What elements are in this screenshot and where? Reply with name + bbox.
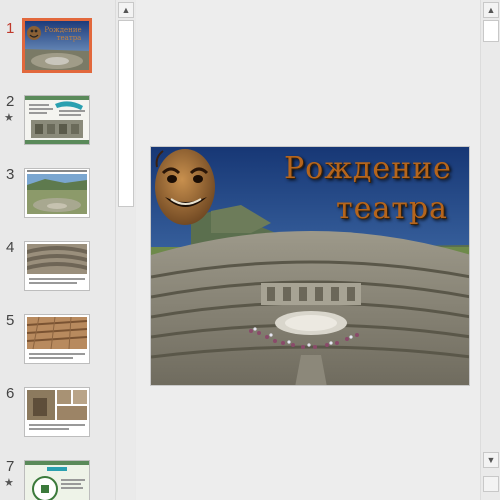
scroll-thumb[interactable] [118,20,134,207]
slide-title-line-2[interactable]: театра [336,191,448,226]
thumbnail-image[interactable] [24,95,90,145]
slide-number: 3 [6,166,15,183]
slide-title-line-1[interactable]: Рождение [284,151,452,186]
slide-canvas-scrollbar[interactable]: ▲ ▼ [480,0,500,500]
thumbnail-slide-1[interactable]: 1 Рождение театра [0,18,115,80]
thumbnail-preview [25,96,89,144]
slide-number: 2 [6,93,15,110]
scroll-up-button[interactable]: ▲ [118,2,134,18]
thumbnail-image[interactable] [24,314,90,364]
slide-thumbnail-pane: 1 Рождение театра 2 ★ 3 4 5 6 7 ★ [0,0,115,500]
scroll-down-button[interactable]: ▼ [483,452,499,468]
scroll-down-button-secondary[interactable] [483,476,499,492]
current-slide[interactable]: Рождение театра [150,146,470,386]
thumbnail-image[interactable] [24,460,90,500]
thumbnail-scrollbar[interactable]: ▲ [115,0,135,500]
thumbnail-slide-6[interactable]: 6 [0,385,115,440]
thumbnail-title-line2: театра [57,34,82,42]
theatre-mask-icon [155,149,215,225]
thumbnail-image[interactable] [24,241,90,291]
thumbnail-slide-5[interactable]: 5 [0,312,115,367]
thumbnail-preview [25,242,89,290]
thumbnail-slide-7[interactable]: 7 ★ [0,458,115,500]
slide-number: 5 [6,312,15,329]
slide-number: 4 [6,239,15,256]
slide-number: 1 [6,20,15,37]
thumbnail-image[interactable] [24,387,90,437]
thumbnail-slide-2[interactable]: 2 ★ [0,93,115,148]
thumbnail-preview [25,315,89,363]
thumbnail-title-line1: Рождение [44,26,81,34]
presentation-editor: 1 Рождение театра 2 ★ 3 4 5 6 7 ★ ▲ Рожд… [0,0,500,500]
thumbnail-preview [25,169,89,217]
slide-number: 6 [6,385,15,402]
slide-number: 7 [6,458,15,475]
thumbnail-image-selected[interactable]: Рождение театра [22,18,92,73]
thumbnail-preview [25,461,89,500]
animation-star-icon: ★ [4,112,14,124]
scroll-up-button[interactable]: ▲ [483,2,499,18]
thumbnail-preview: Рождение театра [25,21,89,70]
animation-star-icon: ★ [4,477,14,489]
thumbnail-slide-3[interactable]: 3 [0,166,115,221]
scroll-thumb[interactable] [483,20,499,42]
thumbnail-preview [25,388,89,436]
thumbnail-slide-4[interactable]: 4 [0,239,115,294]
thumbnail-image[interactable] [24,168,90,218]
